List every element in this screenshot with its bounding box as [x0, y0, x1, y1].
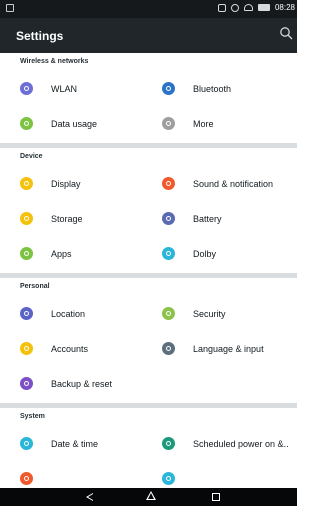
- setting-label: Apps: [51, 248, 72, 259]
- setting-label: Language & input: [193, 343, 264, 354]
- setting-label: Date & time: [51, 438, 99, 449]
- setting-label: Bluetooth: [193, 83, 232, 94]
- accessibility-icon: [20, 472, 33, 485]
- setting-accounts[interactable]: Accounts: [0, 331, 148, 366]
- location-icon: [20, 307, 33, 320]
- alarm-icon: [230, 3, 239, 12]
- setting-apps[interactable]: Apps: [0, 236, 148, 271]
- setting-storage[interactable]: Storage: [0, 201, 148, 236]
- section-device: Device Display Sound & notification Stor…: [0, 148, 297, 278]
- section-title: Personal: [20, 283, 50, 290]
- language-icon: [162, 342, 175, 355]
- section-personal: Personal Location Security Accounts Lang…: [0, 278, 297, 408]
- home-icon[interactable]: [146, 491, 156, 500]
- android-icon: [20, 247, 33, 260]
- setting-label: Storage: [51, 213, 83, 224]
- display-icon: [20, 177, 33, 190]
- setting-label: Backup & reset: [51, 378, 113, 389]
- setting-display[interactable]: Display: [0, 166, 148, 201]
- setting-label: More: [193, 118, 214, 129]
- section-title: Wireless & networks: [20, 58, 89, 65]
- setting-date-time[interactable]: Date & time: [0, 426, 148, 461]
- section-wireless: Wireless & networks WLAN Bluetooth Data …: [0, 53, 297, 148]
- setting-label: Data usage: [51, 118, 98, 129]
- app-bar: Settings: [0, 18, 297, 53]
- navigation-bar: [0, 488, 297, 506]
- setting-sound-notification[interactable]: Sound & notification: [148, 166, 296, 201]
- setting-location[interactable]: Location: [0, 296, 148, 331]
- status-bar: 08:28: [0, 0, 297, 18]
- backup-icon: [20, 377, 33, 390]
- setting-label: Accounts: [51, 343, 89, 354]
- more-icon: [162, 117, 175, 130]
- recents-icon[interactable]: [212, 493, 220, 501]
- scheduled-power-icon: [162, 437, 175, 450]
- setting-label: Battery: [193, 213, 222, 224]
- setting-more[interactable]: More: [148, 106, 296, 141]
- setting-data-usage[interactable]: Data usage: [0, 106, 148, 141]
- section-title: Device: [20, 153, 43, 160]
- search-icon[interactable]: [279, 26, 293, 40]
- setting-label: Sound & notification: [193, 178, 274, 189]
- setting-label: Location: [51, 308, 86, 319]
- setting-label: WLAN: [51, 83, 78, 94]
- setting-backup-reset[interactable]: Backup & reset: [0, 366, 148, 401]
- setting-scheduled-power[interactable]: Scheduled power on &..: [148, 426, 296, 461]
- data-usage-icon: [20, 117, 33, 130]
- storage-icon: [20, 212, 33, 225]
- battery-icon: [162, 212, 175, 225]
- status-time: 08:28: [274, 3, 295, 12]
- setting-accessibility[interactable]: [0, 461, 148, 488]
- setting-label: Security: [193, 308, 226, 319]
- bluetooth-icon: [162, 82, 175, 95]
- section-system: System Date & time Scheduled power on &.…: [0, 408, 297, 488]
- page-title: Settings: [16, 29, 64, 43]
- setting-label: Display: [51, 178, 81, 189]
- battery-icon: [257, 4, 270, 11]
- setting-label: Dolby: [193, 248, 217, 259]
- wifi-icon: [243, 4, 253, 11]
- status-icons: 08:28: [217, 3, 295, 12]
- vibrate-icon: [217, 3, 226, 12]
- setting-security[interactable]: Security: [148, 296, 296, 331]
- security-icon: [162, 307, 175, 320]
- setting-language-input[interactable]: Language & input: [148, 331, 296, 366]
- setting-battery[interactable]: Battery: [148, 201, 296, 236]
- setting-wlan[interactable]: WLAN: [0, 71, 148, 106]
- lock-icon: [6, 4, 14, 12]
- setting-dolby[interactable]: Dolby: [148, 236, 296, 271]
- clock-icon: [20, 437, 33, 450]
- settings-list[interactable]: Wireless & networks WLAN Bluetooth Data …: [0, 53, 297, 488]
- wifi-icon: [20, 82, 33, 95]
- back-icon[interactable]: [86, 493, 93, 501]
- dolby-icon: [162, 247, 175, 260]
- bell-icon: [162, 177, 175, 190]
- setting-printing[interactable]: [148, 461, 296, 488]
- setting-label: Scheduled power on &..: [193, 438, 289, 449]
- setting-bluetooth[interactable]: Bluetooth: [148, 71, 296, 106]
- section-title: System: [20, 413, 45, 420]
- accounts-icon: [20, 342, 33, 355]
- printing-icon: [162, 472, 175, 485]
